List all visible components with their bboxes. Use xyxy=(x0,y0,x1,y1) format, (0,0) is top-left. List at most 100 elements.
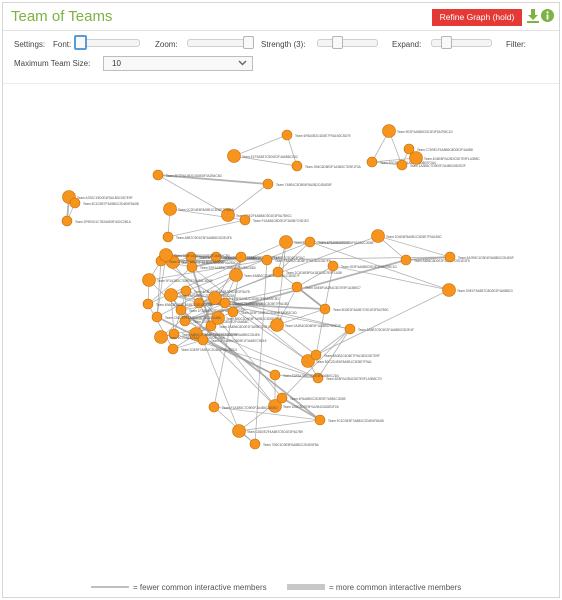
graph-node[interactable] xyxy=(154,330,168,344)
graph-node[interactable] xyxy=(167,343,179,355)
zoom-slider[interactable] xyxy=(187,36,254,49)
graph-node-label: Team 0A2B4C6D8E9F1A3B5C7D9E1F xyxy=(285,324,341,328)
graph-node-label: Team 2A4B6C8D0E1F3A5B7C9D1E3F xyxy=(219,325,275,329)
graph-node-label: Team C2D4E6F8A0B1C3D5E7F9A1B3 xyxy=(233,302,289,306)
network-graph-svg[interactable]: Team A7B2C19D0E4F8A1B3C5D7E9F Team 3F9E0D… xyxy=(3,85,559,581)
graph-edge xyxy=(377,235,451,258)
graph-node-label: Team F1A3B5C7D9E0F2A4B6C8D0E2 xyxy=(222,406,278,410)
expand-slider[interactable] xyxy=(431,36,492,49)
zoom-slider-thumb[interactable] xyxy=(243,36,254,49)
graph-node[interactable] xyxy=(235,251,247,263)
graph-node[interactable] xyxy=(163,202,177,216)
graph-edge xyxy=(167,219,246,238)
graph-node[interactable] xyxy=(239,214,251,226)
graph-node[interactable] xyxy=(442,283,456,297)
graph-node-label: Team D9E1F3A5B7C8D0E2F4A6B8C0 xyxy=(457,289,513,293)
graph-node[interactable] xyxy=(382,124,396,138)
graph-node[interactable] xyxy=(197,334,209,346)
graph-node-label: Team E9F1A3B5C7D8E0F2A4B6C8D0 xyxy=(200,266,256,270)
graph-node[interactable] xyxy=(366,156,378,168)
graph-node[interactable] xyxy=(159,248,173,262)
graph-node[interactable] xyxy=(400,254,412,266)
font-slider-thumb[interactable] xyxy=(74,35,87,50)
strength-slider-thumb[interactable] xyxy=(332,36,343,49)
graph-node-label: Team 8D0E2F4A6B7C9D1E3F5A7B9C xyxy=(333,308,390,312)
graph-node[interactable] xyxy=(162,231,174,243)
graph-node-label: Team F8A0B2C4D6E7F9A1B3C5D7E9 xyxy=(275,259,331,263)
graph-node[interactable] xyxy=(164,288,178,302)
graph-edges xyxy=(66,130,451,445)
graph-node[interactable] xyxy=(319,303,331,315)
graph-node-label: Team 4E6F8A0B2C3D5E7F9A1B3C5D xyxy=(223,297,280,301)
graph-node[interactable] xyxy=(142,298,154,310)
graph-node[interactable] xyxy=(276,392,288,404)
graph-node-label: Team 9F1A3B5C7D8E0F2A4B6C8D0E xyxy=(157,279,213,283)
graph-node[interactable] xyxy=(403,143,415,155)
graph-node[interactable] xyxy=(249,438,261,450)
graph-node[interactable] xyxy=(152,169,164,181)
settings-controls: Settings: Font: Zoom: Strength (3): Expa… xyxy=(3,32,559,84)
graph-node[interactable] xyxy=(396,159,408,171)
graph-node[interactable] xyxy=(371,229,385,243)
graph-node[interactable] xyxy=(227,306,239,318)
graph-node[interactable] xyxy=(142,273,156,287)
graph-node-label: Team 8C1D5E7F3A9B0C2D4E6F8A0B xyxy=(83,202,139,206)
graph-node[interactable] xyxy=(272,266,284,278)
graph-node[interactable] xyxy=(291,281,303,293)
graph-node[interactable] xyxy=(261,254,273,266)
graph-node-label: Team 7A9B1C3D5E6F8A0B2C4D6E8F xyxy=(276,183,332,187)
graph-edge xyxy=(274,328,351,407)
graph-node-label: Team 4F6A8B0C2D3E5F7A9B1C3D5E xyxy=(290,397,346,401)
strength-label: Strength (3): xyxy=(261,40,306,49)
graph-node-label: Team E3F5A7B9C1D2E4F6A8B0C2D4 xyxy=(283,374,339,378)
graph-node[interactable] xyxy=(270,318,284,332)
graph-node[interactable] xyxy=(444,251,456,263)
download-icon[interactable] xyxy=(527,9,539,23)
graph-node-label: Team 2B4C6D8E0F1A3B5C7D9E1F3A xyxy=(305,165,362,169)
graph-node-label: Team 7B9C1D3E5F6A8B0C2D4E6F8A xyxy=(263,443,320,447)
edge-legend: = fewer common interactive members = mor… xyxy=(3,581,559,593)
graph-nodes[interactable]: Team A7B2C19D0E4F8A1B3C5D7E9F Team 3F9E0D… xyxy=(61,124,514,450)
graph-node[interactable] xyxy=(69,197,81,209)
graph-node[interactable] xyxy=(291,160,303,172)
zoom-label: Zoom: xyxy=(155,40,178,49)
graph-node[interactable] xyxy=(269,369,281,381)
max-team-size-label: Maximum Team Size: xyxy=(14,59,91,68)
strength-slider[interactable] xyxy=(317,36,378,49)
network-graph[interactable]: Team A7B2C19D0E4F8A1B3C5D7E9F Team 3F9E0D… xyxy=(3,85,559,597)
graph-edge xyxy=(315,289,450,356)
graph-node[interactable] xyxy=(208,401,220,413)
graph-node[interactable] xyxy=(229,268,243,282)
graph-node[interactable] xyxy=(232,424,246,438)
graph-node-label: Team 6F8A0B2C4D5E7F9A1B3C5D7E xyxy=(295,134,351,138)
graph-node[interactable] xyxy=(344,323,356,335)
graph-node[interactable] xyxy=(327,260,339,272)
graph-node-label: Team 1D3E5F7A9B0C2D4E6F8A0B2C xyxy=(169,260,226,264)
graph-node-label: Team C8D0E2F4A6B7C9D1E3F5A7B9 xyxy=(247,430,303,434)
refine-graph-button[interactable]: Refine Graph (hold) xyxy=(432,9,522,26)
graph-node[interactable] xyxy=(61,215,73,227)
font-slider[interactable] xyxy=(74,35,140,50)
max-team-size-select[interactable]: 10 xyxy=(103,56,253,71)
graph-node[interactable] xyxy=(262,178,274,190)
graph-edge xyxy=(281,397,321,421)
graph-node-label: Team 3E5F7A9B1C2D4E6F8A0B2C4D xyxy=(241,311,298,315)
graph-node-label: Team 1A3B5C7D9E0F2A4B6C8D0E2F xyxy=(410,164,466,168)
graph-node[interactable] xyxy=(281,129,293,141)
graph-node[interactable] xyxy=(227,149,241,163)
graph-node[interactable] xyxy=(310,349,322,361)
graph-node-label: Team C7D9E1F3A5B6C8D0E2F4A6B8 xyxy=(417,148,473,152)
graph-node[interactable] xyxy=(304,236,316,248)
expand-slider-thumb[interactable] xyxy=(441,36,452,49)
graph-node[interactable] xyxy=(219,297,231,309)
graph-node-label: Team 9E2F4A6B8C0D1E3F5A7B9C1D xyxy=(397,130,454,134)
legend-thick-label: = more common interactive members xyxy=(329,583,461,592)
graph-node-label: Team 4B6C8D0E2F3A5B7C9D1E3F5A xyxy=(156,303,213,307)
info-icon[interactable] xyxy=(541,9,554,22)
graph-node-label: Team F2A4B6C8D0E1F3A5B7C9D1E3 xyxy=(253,219,309,223)
graph-node-label: Team 5E7F9A1B3C4D6E8F0A2B4C6D xyxy=(166,174,223,178)
graph-node[interactable] xyxy=(151,311,163,323)
graph-node[interactable] xyxy=(314,414,326,426)
graph-node-label: Team E1F3A5B7C9D0E2F4A6B8C0D2 xyxy=(242,155,298,159)
graph-node[interactable] xyxy=(279,235,293,249)
